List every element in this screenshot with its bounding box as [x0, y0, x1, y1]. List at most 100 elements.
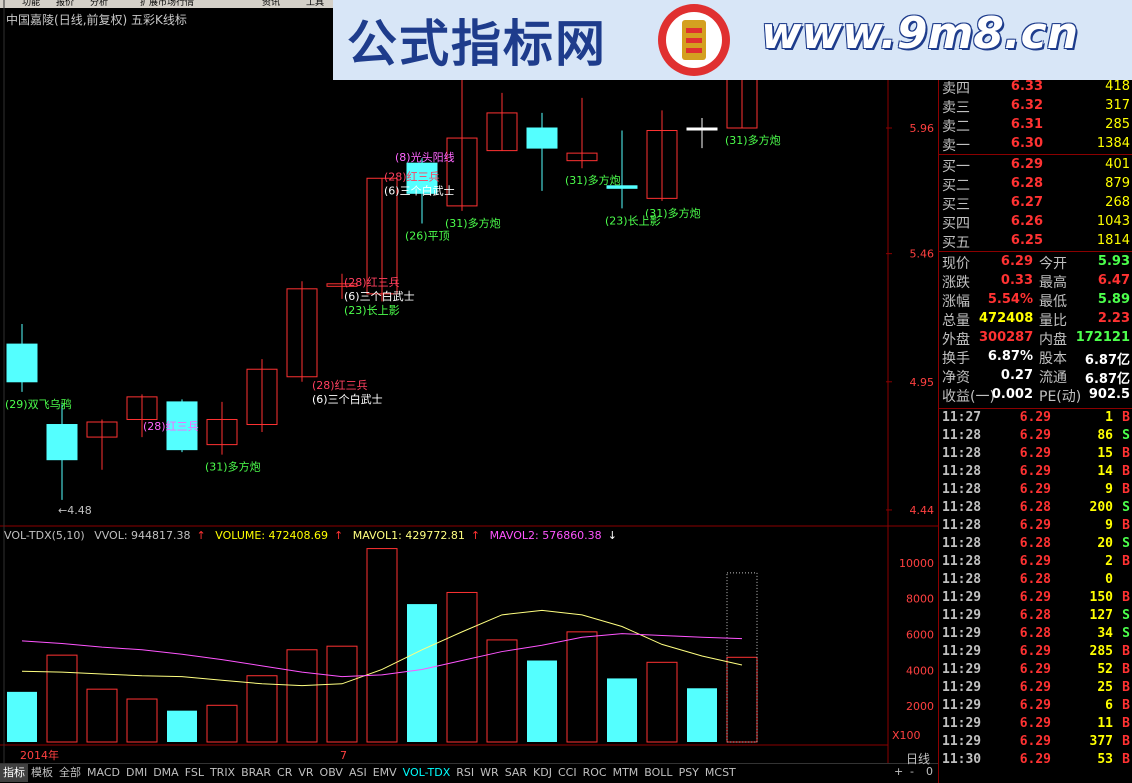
tick-side: B [1122, 752, 1130, 767]
stats-separator [939, 408, 1132, 409]
bid-label: 买四 [942, 216, 970, 232]
pattern-annotation: (6)三个白武士 [384, 183, 455, 197]
tick-row: 11:29 6.29 6 B [939, 698, 1132, 716]
indicator-tab[interactable]: MACD [84, 764, 123, 782]
tick-time: 11:29 [942, 608, 982, 623]
stat-row: 净资 0.27 流通 6.87亿 [939, 367, 1132, 387]
volume-bar [407, 604, 437, 742]
tick-volume: 0 [1105, 572, 1113, 587]
candle-body [46, 424, 78, 461]
pattern-annotation: (28)红三兵 [312, 379, 368, 392]
stat-label: 净资 [942, 370, 970, 386]
volume-bar [46, 654, 78, 743]
ask-row: 卖二 6.31 285 [939, 116, 1132, 135]
tick-volume: 14 [1097, 464, 1113, 479]
volume-bar [86, 688, 118, 743]
indicator-tab[interactable]: MTM [610, 764, 642, 782]
tick-side: S [1122, 500, 1130, 515]
tick-time: 11:29 [942, 662, 982, 677]
tick-row: 11:28 6.29 14 B [939, 464, 1132, 482]
chart-area[interactable]: ←4.48(29)双飞乌鸦(28)红三兵(31)多方炮(28)红三兵(6)三个白… [0, 0, 938, 763]
legend-mavol1: MAVOL1: 429772.81 ↑ [352, 529, 481, 542]
indicator-tab[interactable]: CR [274, 764, 295, 782]
stat-value: 472408 [979, 311, 1034, 326]
zoom-reset-button[interactable]: 0 [926, 765, 933, 778]
indicator-tab[interactable]: DMI [123, 764, 150, 782]
zoom-out-button[interactable]: - [910, 765, 914, 778]
indicator-tab[interactable]: ASI [346, 764, 370, 782]
volume-bar [7, 691, 37, 742]
watermark-title: 公式指标网 [347, 15, 607, 73]
tick-time: 11:28 [942, 518, 982, 533]
ask-volume: 418 [1105, 79, 1130, 94]
tick-volume: 1 [1105, 410, 1113, 425]
tick-time: 11:29 [942, 590, 982, 605]
tick-volume: 6 [1105, 698, 1113, 713]
tick-row: 11:29 6.29 25 B [939, 680, 1132, 698]
time-axis-label: 2014年 [20, 748, 59, 762]
tick-price: 6.29 [1019, 446, 1051, 461]
tick-row: 11:28 6.29 2 B [939, 554, 1132, 572]
indicator-tab[interactable]: VOL-TDX [400, 764, 454, 782]
pattern-annotation: (28)红三兵 [143, 420, 199, 433]
stat-value: 5.54% [987, 292, 1033, 307]
indicator-tab[interactable]: OBV [317, 764, 346, 782]
tick-price: 6.29 [1019, 752, 1051, 767]
indicator-tab[interactable]: SAR [502, 764, 530, 782]
indicator-tab[interactable]: EMV [370, 764, 400, 782]
volume-bar [607, 678, 637, 742]
tick-row: 11:28 6.29 9 B [939, 482, 1132, 500]
ask-label: 卖四 [942, 81, 970, 97]
tick-side: B [1122, 410, 1130, 425]
tick-volume: 25 [1097, 680, 1113, 695]
indicator-tab[interactable]: PSY [676, 764, 702, 782]
indicator-tab[interactable]: 指标 [0, 764, 28, 782]
candle-body [686, 127, 718, 131]
indicator-tab[interactable]: VR [295, 764, 316, 782]
volume-bar [446, 591, 478, 743]
ask-price: 6.32 [1010, 98, 1043, 113]
indicator-tab[interactable]: CCI [555, 764, 580, 782]
mavol1-line [21, 609, 743, 687]
tick-volume: 9 [1105, 518, 1113, 533]
indicator-tab[interactable]: TRIX [207, 764, 238, 782]
volume-tick-label: 10000 [899, 557, 934, 570]
indicator-tab[interactable]: MCST [702, 764, 739, 782]
indicator-name: 五彩K线标 [131, 13, 187, 27]
indicator-tab[interactable]: DMA [150, 764, 182, 782]
tick-time: 11:28 [942, 446, 982, 461]
indicator-tab[interactable]: BRAR [238, 764, 274, 782]
indicator-tab[interactable]: RSI [453, 764, 477, 782]
indicator-tab[interactable]: ROC [580, 764, 610, 782]
tick-row: 11:29 6.29 52 B [939, 662, 1132, 680]
tick-side: B [1122, 644, 1130, 659]
ask-row: 卖一 6.30 1384 [939, 135, 1132, 154]
indicator-tab[interactable]: WR [477, 764, 502, 782]
zoom-in-button[interactable]: + [894, 765, 903, 778]
indicator-tab[interactable]: BOLL [641, 764, 675, 782]
volume-tick-label: 6000 [906, 629, 934, 642]
tick-price: 6.29 [1019, 680, 1051, 695]
tick-time: 11:30 [942, 752, 982, 767]
watermark-banner: 公式指标网 www.9m8.cn [333, 0, 1132, 80]
stat-row: 收益(一) 0.002 PE(动) 902.5 [939, 386, 1132, 405]
volume-bar [566, 631, 598, 743]
legend-vvol: VVOL: 944817.38 ↑ [94, 529, 206, 542]
tick-time: 11:28 [942, 536, 982, 551]
indicator-tab[interactable]: FSL [182, 764, 207, 782]
indicator-tab[interactable]: 全部 [56, 764, 84, 782]
tick-time: 11:29 [942, 716, 982, 731]
stat-value: 6.87% [987, 349, 1033, 364]
stat-value: 5.93 [1097, 254, 1130, 269]
tick-volume: 2 [1105, 554, 1113, 569]
tick-side: S [1122, 536, 1130, 551]
indicator-tab[interactable]: KDJ [530, 764, 555, 782]
tick-volume: 285 [1089, 644, 1113, 659]
volume-unit-label: X100 [892, 729, 921, 742]
tick-time: 11:27 [942, 410, 982, 425]
bid-row: 买二 6.28 879 [939, 175, 1132, 194]
bid-label: 买一 [942, 159, 970, 175]
indicator-tab[interactable]: 模板 [28, 764, 56, 782]
stat-label: 总量 [942, 313, 970, 329]
pattern-annotation: (8)光头阳线 [395, 150, 455, 164]
